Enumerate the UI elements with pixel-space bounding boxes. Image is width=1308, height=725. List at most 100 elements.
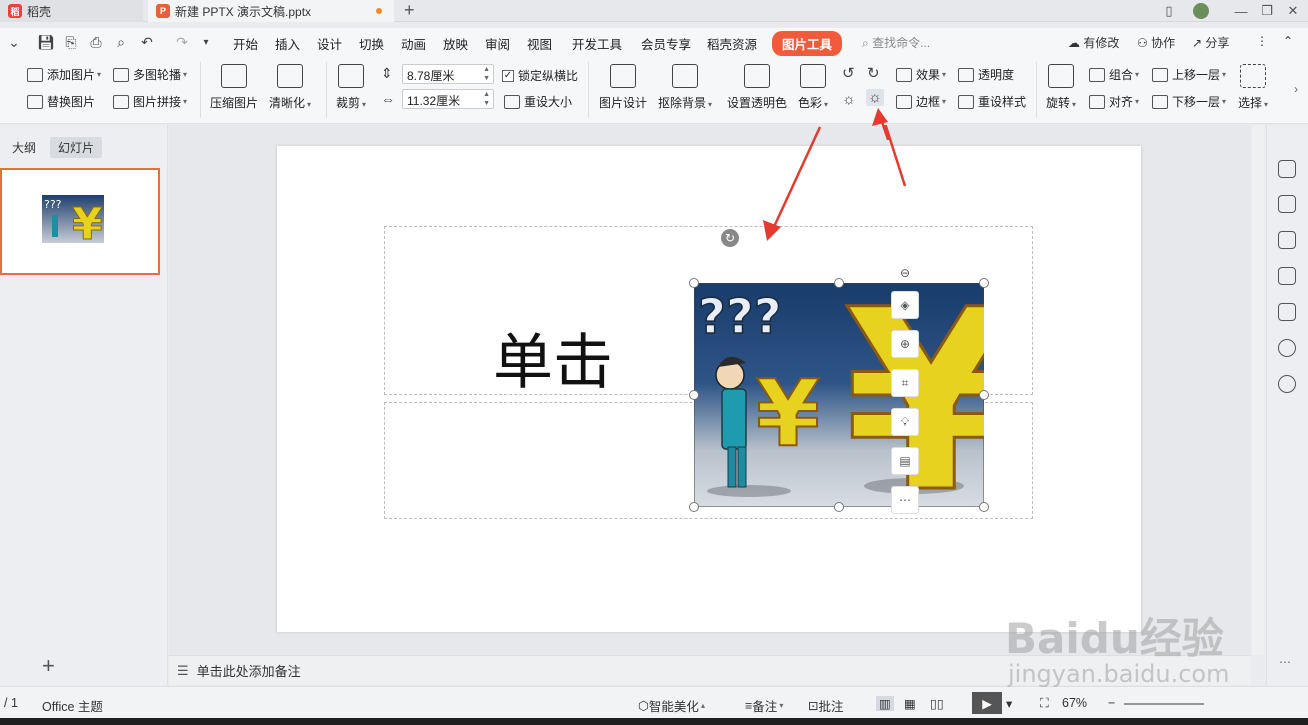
normal-view-icon[interactable]: ▥ (876, 696, 894, 711)
rocket-icon[interactable] (1278, 160, 1296, 178)
remove-background-button[interactable]: 抠除背景 ▾ (658, 64, 712, 111)
slide-panel: 大纲 幻灯片 ??? ¥ + (0, 125, 168, 685)
rotate-left-icon[interactable]: ↺ (842, 64, 855, 82)
minimize-icon[interactable]: — (1230, 0, 1252, 22)
tab-slides[interactable]: 幻灯片 (50, 137, 103, 158)
new-tab-button[interactable]: + (404, 0, 415, 22)
slide-thumbnail[interactable]: ??? ¥ (0, 168, 160, 275)
menu-slideshow[interactable]: 放映 (443, 34, 468, 53)
zoom-level[interactable]: 67% (1062, 696, 1087, 710)
reset-style-icon (958, 94, 974, 109)
reset-size-icon (504, 94, 520, 109)
restore-icon[interactable]: ❐ (1256, 0, 1278, 22)
brightness-increase-icon[interactable]: ☼ (842, 91, 856, 108)
collaborate-button[interactable]: ⚇ 协作 (1137, 34, 1175, 51)
color-icon (800, 64, 827, 88)
menu-docer-resources[interactable]: 稻壳资源 (707, 34, 757, 53)
image-design-button[interactable]: 图片设计 (599, 64, 647, 111)
align-button[interactable]: 对齐 ▾ (1089, 93, 1139, 110)
more-icon[interactable]: ⋮ (1256, 34, 1268, 48)
add-image-button[interactable]: 添加图片 ▾ (27, 66, 101, 83)
width-input[interactable]: 11.32厘米 ▲ ▼ (402, 89, 494, 109)
reset-style-button[interactable]: 重设样式 (958, 93, 1026, 110)
compress-image-button[interactable]: 压缩图片 (210, 64, 258, 111)
set-transparent-button[interactable]: 设置透明色 (727, 64, 787, 111)
star-icon[interactable] (1278, 231, 1296, 249)
menu-insert[interactable]: 插入 (275, 34, 300, 53)
zoom-slider[interactable] (1124, 703, 1204, 705)
play-icon[interactable]: ▶ (972, 692, 1002, 714)
transparency-button[interactable]: 透明度 (958, 66, 1014, 83)
annotation-arrow-top (872, 108, 890, 140)
close-icon[interactable]: ✕ (1282, 0, 1304, 22)
lightning-icon[interactable] (1278, 375, 1296, 393)
redo-icon[interactable]: ↷ (172, 32, 192, 52)
replace-image-button[interactable]: 替换图片 (27, 93, 95, 110)
menu-developer[interactable]: 开发工具 (572, 34, 622, 53)
menu-member[interactable]: 会员专享 (641, 34, 691, 53)
add-slide-button[interactable]: + (42, 653, 55, 679)
avatar[interactable] (1190, 0, 1212, 22)
ribbon-scroll-right-icon[interactable]: › (1294, 82, 1298, 96)
image-splice-button[interactable]: 图片拼接 ▾ (113, 93, 187, 110)
reset-size-button[interactable]: 重设大小 (504, 93, 572, 110)
rotate-right-icon[interactable]: ↻ (867, 64, 880, 82)
comment-button[interactable]: ⊡ 批注 (808, 696, 844, 715)
reading-view-icon[interactable]: ▯▯ (930, 696, 944, 711)
crop-button[interactable]: 裁剪 ▾ (336, 64, 366, 111)
smart-beautify-button[interactable]: ⬡ 智能美化 ▴ (638, 696, 705, 715)
comment-icon: ⊡ (808, 699, 819, 713)
send-backward-button[interactable]: 下移一层 ▾ (1152, 93, 1226, 110)
search-command[interactable]: ⌕ 查找命令... (862, 34, 930, 51)
export-pdf-icon[interactable]: ⎘ (61, 32, 81, 52)
bring-forward-button[interactable]: 上移一层 ▾ (1152, 66, 1226, 83)
color-button[interactable]: 色彩 ▾ (798, 64, 828, 111)
select-button[interactable]: 选择 ▾ (1238, 64, 1268, 111)
menu-review[interactable]: 审阅 (485, 34, 510, 53)
preview-icon[interactable]: ⌕ (111, 32, 131, 52)
vertical-scrollbar[interactable] (1252, 125, 1264, 655)
sliders-icon[interactable] (1278, 195, 1296, 213)
multi-carousel-button[interactable]: 多图轮播 ▾ (113, 66, 187, 83)
height-spinner-icon[interactable]: ▲ ▼ (483, 65, 490, 83)
menu-design[interactable]: 设计 (317, 34, 342, 53)
separator (200, 62, 201, 118)
sharpen-button[interactable]: 清晰化 ▾ (269, 64, 311, 111)
fit-window-icon[interactable]: ⛶ (1040, 696, 1049, 711)
theme-name[interactable]: Office 主题 (42, 696, 103, 715)
tab-docer[interactable]: 稻 稻壳 (0, 0, 143, 22)
modified-button[interactable]: ☁ 有修改 (1068, 34, 1119, 51)
save-icon[interactable]: 💾︎ (36, 32, 56, 52)
undo-icon[interactable]: ↶ (137, 32, 157, 52)
cloud-sync-icon[interactable] (1278, 303, 1296, 321)
menu-animation[interactable]: 动画 (401, 34, 426, 53)
transition-icon[interactable] (1278, 267, 1296, 285)
image-tools-ribbon: 添加图片 ▾ 多图轮播 ▾ 替换图片 图片拼接 ▾ 压缩图片 清晰化 ▾ 裁剪 ▾ ⇕ 8… (0, 56, 1308, 124)
rotate-button[interactable]: 旋转 ▾ (1046, 64, 1076, 111)
notes-toggle-button[interactable]: ≡ 备注 ▾ (745, 696, 783, 715)
group-button[interactable]: 组合 ▾ (1089, 66, 1139, 83)
more-sidebar-icon[interactable]: ⋯ (1279, 655, 1291, 669)
tab-outline[interactable]: 大纲 (4, 137, 44, 158)
share-button[interactable]: ↗ 分享 (1192, 34, 1229, 51)
sorter-view-icon[interactable]: ▦ (904, 696, 916, 711)
play-options-icon[interactable]: ▾ (1006, 696, 1012, 711)
workspace-icon[interactable]: ▯ (1158, 0, 1180, 22)
width-spinner-icon[interactable]: ▲ ▼ (483, 90, 490, 108)
slide-canvas: 单击 题 ↻ ??? ¥ ¥ (169, 125, 1251, 655)
print-icon[interactable]: ⎙ (86, 32, 106, 52)
customize-icon[interactable]: ▾ (196, 32, 216, 52)
notes-toggle-icon: ≡ (745, 698, 753, 713)
lock-ratio-checkbox[interactable]: ✓ 锁定纵横比 (502, 67, 578, 84)
menu-view[interactable]: 视图 (527, 34, 552, 53)
help-icon[interactable] (1278, 339, 1296, 357)
menu-chevron-icon[interactable]: ⌄ (4, 32, 24, 52)
menu-start[interactable]: 开始 (233, 34, 258, 53)
menu-transition[interactable]: 切换 (359, 34, 384, 53)
collapse-ribbon-icon[interactable]: ⌃ (1283, 34, 1293, 48)
zoom-out-icon[interactable]: − (1108, 696, 1115, 710)
menu-image-tools[interactable]: 图片工具 (772, 31, 843, 56)
tab-document[interactable]: P 新建 PPTX 演示文稿.pptx (148, 0, 394, 22)
height-input[interactable]: 8.78厘米 ▲ ▼ (402, 64, 494, 84)
effects-button[interactable]: 效果 ▾ (896, 66, 946, 83)
